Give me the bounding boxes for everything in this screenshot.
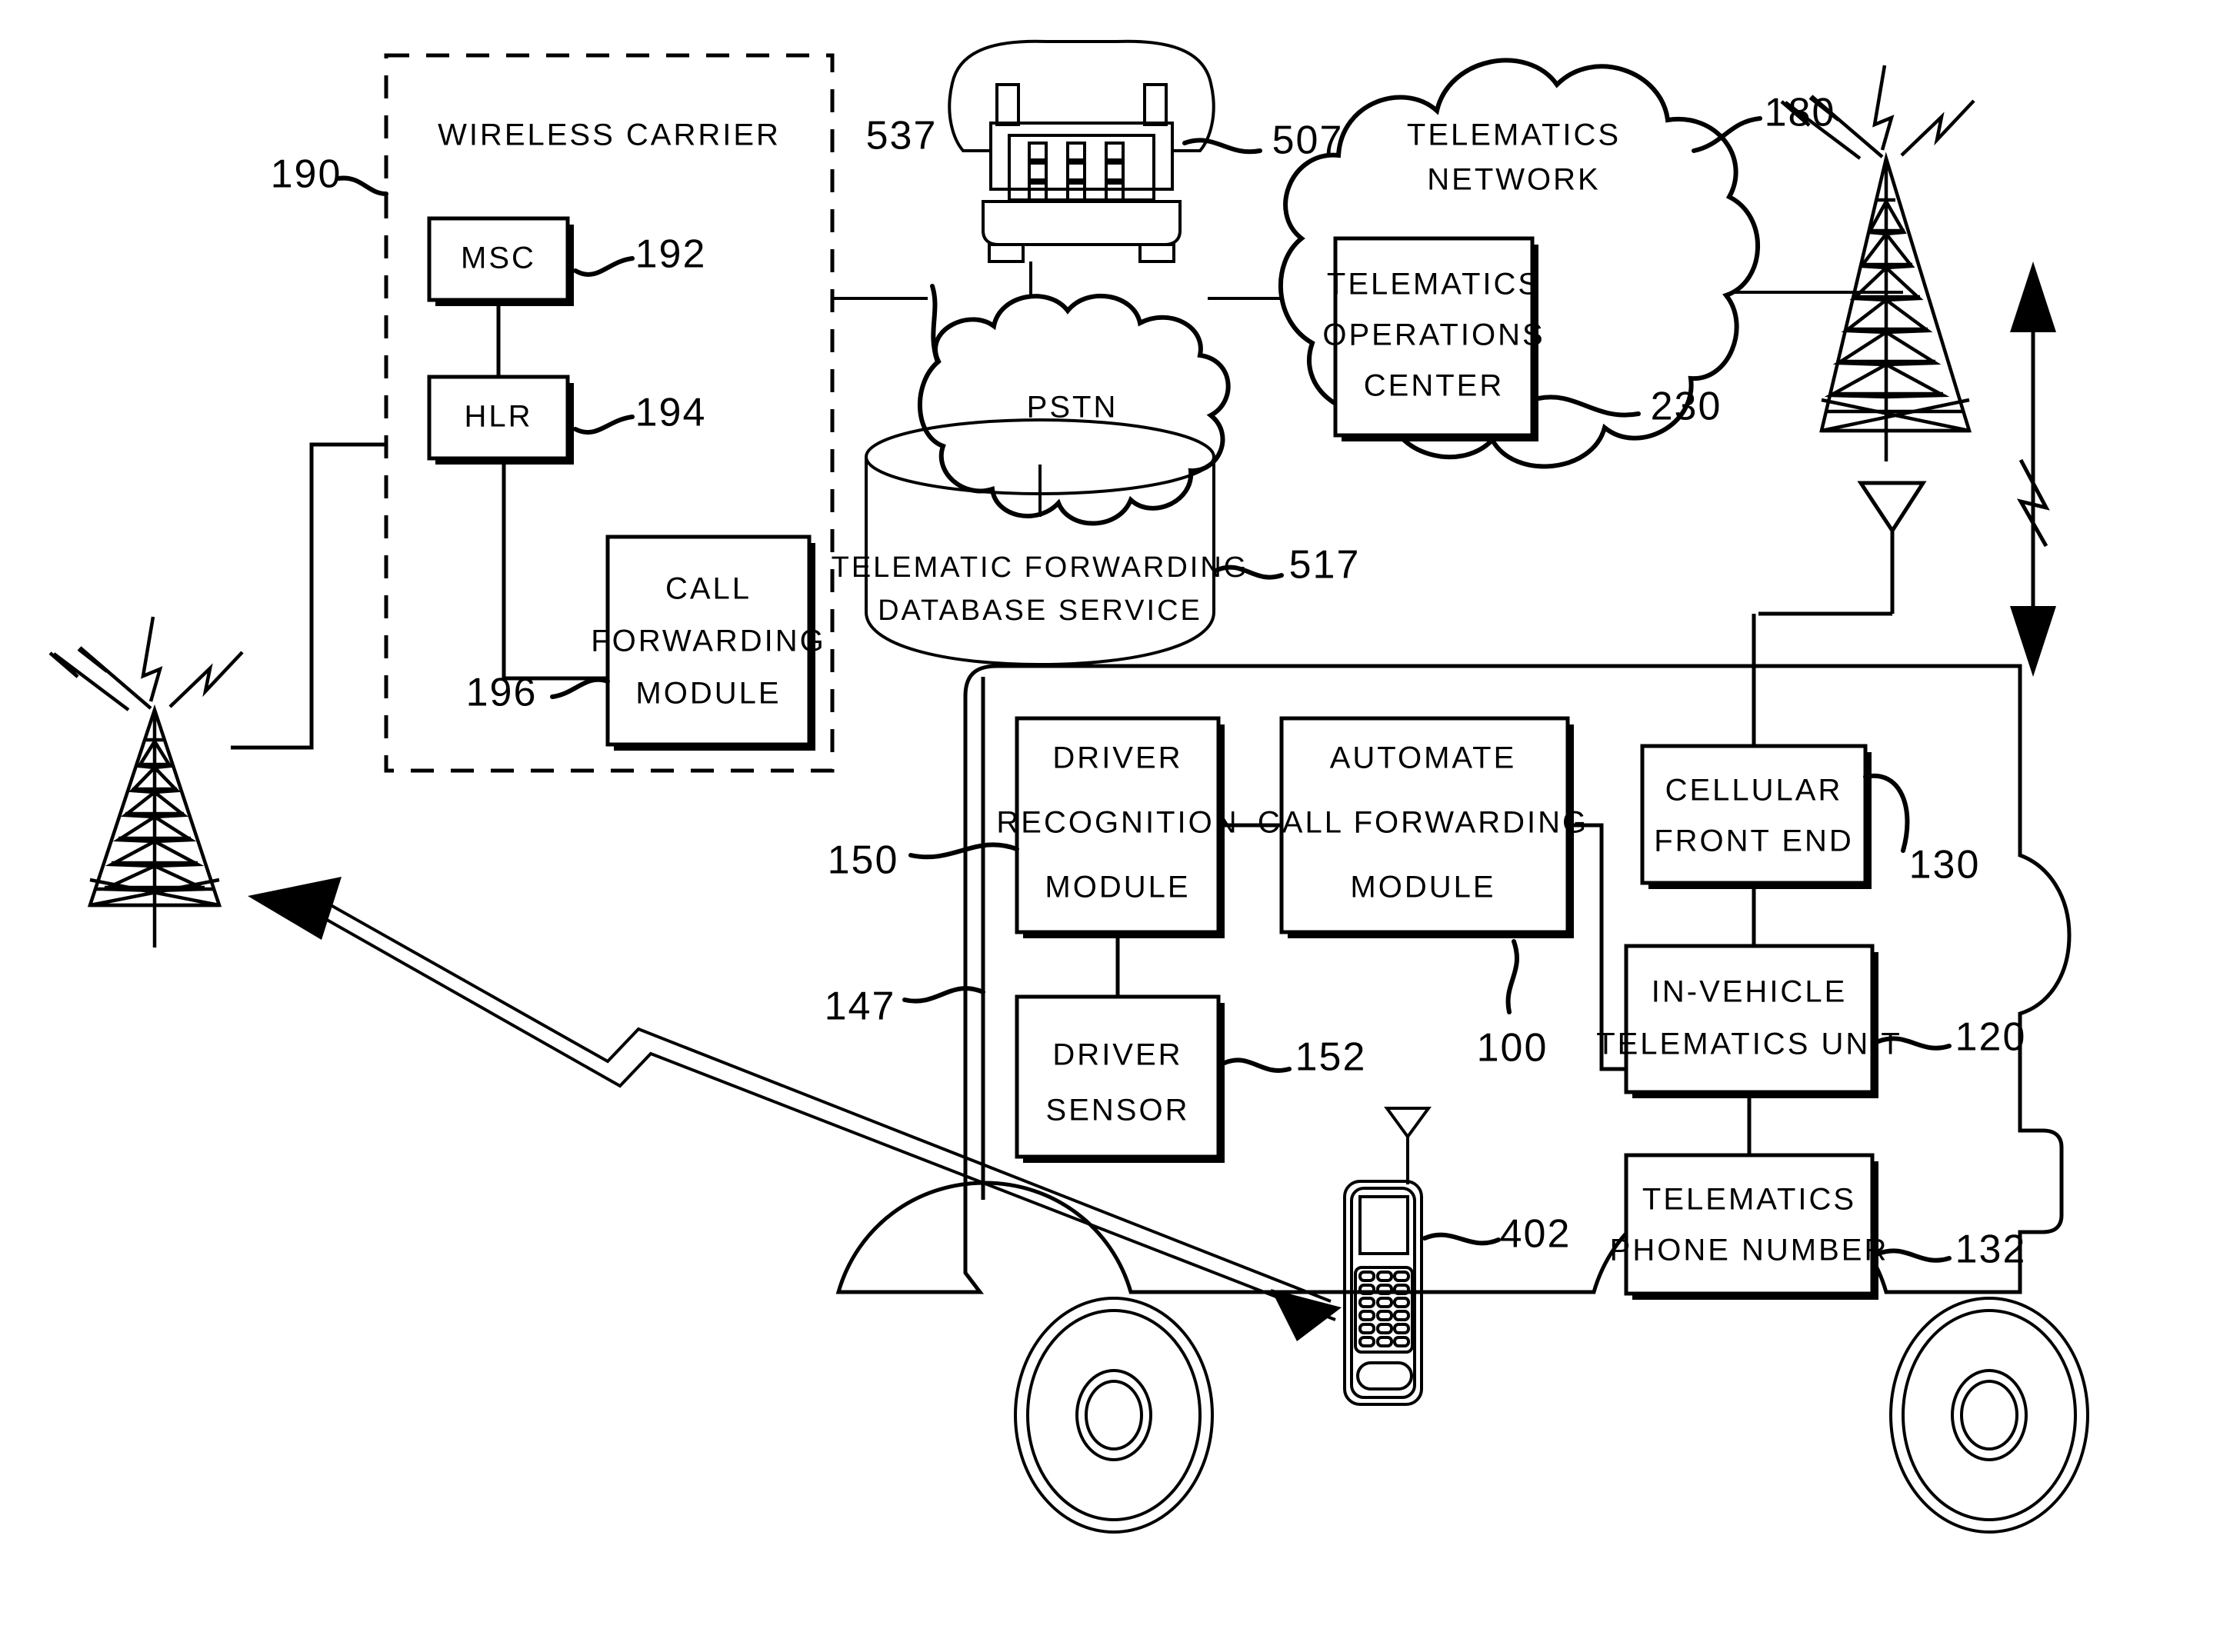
- ref-120: 120: [1955, 1015, 2027, 1060]
- van-wheel-rear: [1014, 1297, 1214, 1534]
- cellular-front-end-block: CELLULAR FRONT END: [1640, 744, 1872, 889]
- toc-label-2: OPERATIONS: [1322, 318, 1545, 352]
- desk-telephone-icon: [948, 39, 1215, 263]
- ref-537: 537: [866, 114, 938, 158]
- drm-label-1: DRIVER: [1052, 741, 1182, 775]
- ref-130: 130: [1909, 843, 1981, 888]
- cfm-label-3: MODULE: [635, 677, 781, 711]
- ref-537-leader: [930, 284, 939, 362]
- ref-194-leader: [573, 415, 635, 435]
- cfm-label-1: CALL: [665, 572, 752, 606]
- ref-196: 196: [466, 671, 538, 715]
- ref-152-leader: [1222, 1057, 1292, 1073]
- msc-block: MSC 192: [427, 216, 707, 306]
- patent-figure: WIRELESS CARRIER 190 MSC 192 HLR 194 CAL…: [0, 0, 2240, 1652]
- driver-sensor-block: DRIVER SENSOR: [1015, 994, 1225, 1163]
- ref-132: 132: [1955, 1227, 2027, 1272]
- ref-147-leader: [902, 986, 985, 1004]
- acfm-label-1: AUTOMATE: [1330, 741, 1517, 775]
- cfe-label-1: CELLULAR: [1665, 774, 1843, 808]
- ref-190-leader: [336, 175, 388, 196]
- drm-label-2: RECOGNITION: [996, 806, 1238, 840]
- in-vehicle-telematics-unit-block: IN-VEHICLE TELEMATICS UNIT: [1596, 944, 1902, 1098]
- toc-label-1: TELEMATICS: [1327, 268, 1541, 301]
- ref-147: 147: [825, 984, 896, 1029]
- ref-402: 402: [1500, 1212, 1572, 1257]
- sensor-label-1: DRIVER: [1052, 1038, 1182, 1072]
- ref-190: 190: [271, 152, 342, 197]
- toc-label-3: CENTER: [1364, 369, 1504, 403]
- rf-link-arrow: [2010, 261, 2056, 677]
- ivtu-label-2: TELEMATICS UNIT: [1596, 1028, 1902, 1061]
- ref-100-leader: [1505, 939, 1519, 1014]
- telematics-phone-number-block: TELEMATICS PHONE NUMBER: [1610, 1153, 1889, 1300]
- carrier-to-left-tower-line: [231, 442, 386, 750]
- ivtu-label-1: IN-VEHICLE: [1652, 975, 1848, 1009]
- database-label-2: DATABASE SERVICE: [878, 595, 1202, 627]
- tpn-label-2: PHONE NUMBER: [1610, 1234, 1889, 1267]
- wireless-carrier-group: WIRELESS CARRIER 190 MSC 192 HLR 194 CAL…: [271, 53, 835, 773]
- ref-230: 230: [1651, 385, 1722, 429]
- ref-192-leader: [573, 256, 635, 277]
- acfm-label-2: CALL FORWARDING: [1258, 806, 1588, 840]
- driver-recognition-module-block: DRIVER RECOGNITION MODULE: [996, 716, 1238, 938]
- ref-194: 194: [635, 391, 707, 435]
- drm-label-3: MODULE: [1045, 871, 1190, 904]
- ref-152: 152: [1295, 1035, 1367, 1080]
- ref-192: 192: [635, 232, 707, 277]
- cell-tower-icon-left: [48, 616, 244, 948]
- cfe-label-2: FRONT END: [1654, 824, 1854, 858]
- database-label-1: TELEMATIC FORWARDING: [832, 551, 1249, 584]
- mobile-phone-icon: [1343, 1107, 1432, 1406]
- ref-402-leader: [1422, 1232, 1501, 1246]
- ref-132-leader: [1876, 1248, 1952, 1263]
- ref-196-leader: [550, 677, 610, 699]
- hlr-block: HLR 194: [427, 375, 707, 465]
- antenna-icon: [1857, 481, 1927, 614]
- telematics-network-label-1: TELEMATICS: [1407, 118, 1621, 152]
- cfm-label-2: FORWARDING: [591, 624, 826, 658]
- automate-call-forwarding-module-block: AUTOMATE CALL FORWARDING MODULE: [1258, 716, 1588, 938]
- telematics-operations-center-block: TELEMATICS OPERATIONS CENTER: [1322, 236, 1545, 441]
- wireless-carrier-label: WIRELESS CARRIER: [438, 118, 781, 152]
- hlr-label: HLR: [464, 400, 532, 434]
- sensor-label-2: SENSOR: [1046, 1094, 1190, 1127]
- ref-150: 150: [828, 838, 899, 883]
- ref-130-leader: [1863, 773, 1910, 853]
- ref-517: 517: [1289, 543, 1361, 588]
- acfm-label-3: MODULE: [1350, 871, 1495, 904]
- ref-100: 100: [1477, 1026, 1548, 1071]
- telematics-network-label-2: NETWORK: [1427, 163, 1600, 197]
- van-wheel-front: [1889, 1297, 2089, 1534]
- msc-label: MSC: [461, 241, 536, 275]
- call-forwarding-module-block: CALL FORWARDING MODULE 196: [466, 535, 826, 751]
- tpn-label-1: TELEMATICS: [1642, 1183, 1856, 1217]
